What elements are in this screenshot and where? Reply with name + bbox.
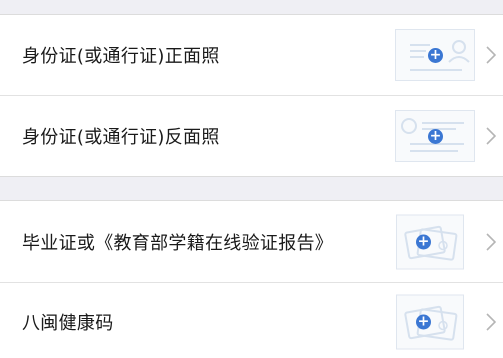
add-photo-icon[interactable]: + [428, 48, 443, 63]
upload-row-id-back[interactable]: 身份证(或通行证)反面照 + [0, 95, 503, 176]
id-card-back-icon[interactable]: + [395, 109, 475, 162]
upload-row-graduation-certificate[interactable]: 毕业证或《教育部学籍在线验证报告》 + [0, 201, 503, 282]
row-label: 身份证(或通行证)反面照 [22, 126, 220, 148]
document-photo-icon[interactable]: + [396, 214, 464, 269]
id-photos-section: 身份证(或通行证)正面照 + 身份证(或通行证)反面照 + [0, 14, 503, 177]
chevron-right-icon [486, 126, 496, 145]
chevron-right-icon [486, 46, 496, 64]
id-card-front-icon[interactable]: + [395, 29, 475, 81]
row-label: 八闽健康码 [22, 313, 114, 334]
add-photo-icon[interactable]: + [428, 128, 443, 144]
chevron-right-icon [486, 313, 496, 331]
add-photo-icon[interactable]: + [416, 234, 431, 249]
row-label: 毕业证或《教育部学籍在线验证报告》 [22, 232, 334, 254]
top-gap [0, 0, 503, 14]
upload-row-id-front[interactable]: 身份证(或通行证)正面照 + [0, 15, 503, 95]
add-photo-icon[interactable]: + [416, 314, 431, 330]
section-gap [0, 177, 503, 200]
upload-row-health-code[interactable]: 八闽健康码 + [0, 282, 503, 358]
certificates-section: 毕业证或《教育部学籍在线验证报告》 + 八闽健康码 + [0, 200, 503, 358]
document-photo-icon[interactable]: + [396, 294, 464, 350]
row-label: 身份证(或通行证)正面照 [22, 46, 220, 67]
chevron-right-icon [486, 232, 496, 251]
